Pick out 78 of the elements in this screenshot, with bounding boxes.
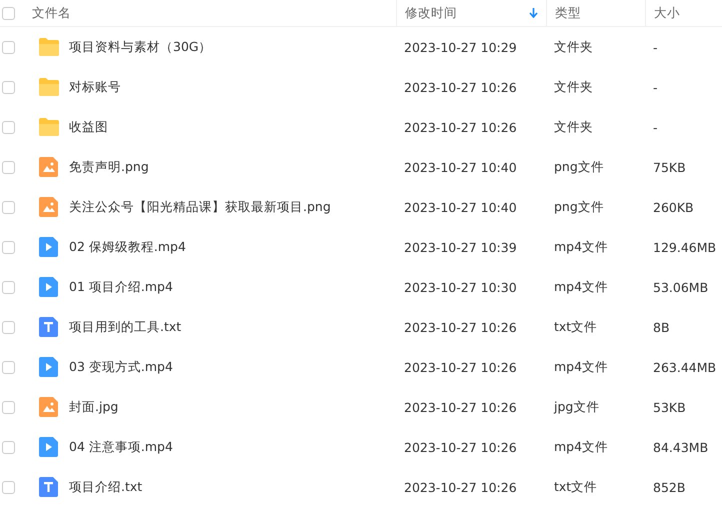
file-size: - xyxy=(653,120,658,134)
file-type: mp4文件 xyxy=(554,278,608,296)
file-name[interactable]: 免责声明.png xyxy=(69,158,149,176)
file-size: 53KB xyxy=(653,400,686,414)
modified-time: 2023-10-27 10:26 xyxy=(404,80,517,94)
video-file-icon xyxy=(38,357,60,377)
modified-time: 2023-10-27 10:26 xyxy=(404,120,517,134)
sort-down-icon[interactable] xyxy=(529,7,538,19)
image-file-icon xyxy=(38,157,60,177)
video-file-icon xyxy=(38,277,60,297)
modified-time: 2023-10-27 10:39 xyxy=(404,240,517,254)
modified-time: 2023-10-27 10:26 xyxy=(404,440,517,454)
file-type: mp4文件 xyxy=(554,238,608,256)
file-name[interactable]: 03 变现方式.mp4 xyxy=(69,358,173,376)
file-type: jpg文件 xyxy=(554,398,600,416)
video-file-icon xyxy=(38,437,60,457)
modified-time: 2023-10-27 10:26 xyxy=(404,320,517,334)
file-name[interactable]: 02 保姆级教程.mp4 xyxy=(69,238,186,256)
file-size: - xyxy=(653,40,658,54)
file-type: 文件夹 xyxy=(554,118,593,136)
select-all-checkbox[interactable] xyxy=(2,6,15,20)
file-name[interactable]: 关注公众号【阳光精品课】获取最新项目.png xyxy=(69,198,331,216)
modified-time: 2023-10-27 10:30 xyxy=(404,280,517,294)
modified-time: 2023-10-27 10:29 xyxy=(404,40,517,54)
file-size: 260KB xyxy=(653,200,694,214)
file-type: png文件 xyxy=(554,198,604,216)
modified-time: 2023-10-27 10:26 xyxy=(404,400,517,414)
row-checkbox[interactable] xyxy=(2,280,15,294)
row-checkbox[interactable] xyxy=(2,240,15,254)
folder-icon xyxy=(38,37,60,57)
file-type: png文件 xyxy=(554,158,604,176)
file-name[interactable]: 04 注意事项.mp4 xyxy=(69,438,173,456)
row-checkbox[interactable] xyxy=(2,120,15,134)
file-type: 文件夹 xyxy=(554,78,593,96)
row-checkbox[interactable] xyxy=(2,480,15,494)
text-file-icon xyxy=(38,477,60,497)
row-checkbox[interactable] xyxy=(2,200,15,214)
video-file-icon xyxy=(38,237,60,257)
file-type: mp4文件 xyxy=(554,438,608,456)
file-size: 8B xyxy=(653,320,670,334)
modified-time: 2023-10-27 10:40 xyxy=(404,200,517,214)
file-type: txt文件 xyxy=(554,318,598,336)
modified-time: 2023-10-27 10:40 xyxy=(404,160,517,174)
row-checkbox[interactable] xyxy=(2,160,15,174)
file-size: 129.46MB xyxy=(653,240,716,254)
image-file-icon xyxy=(38,197,60,217)
row-checkbox[interactable] xyxy=(2,360,15,374)
file-name[interactable]: 对标账号 xyxy=(69,78,121,96)
row-checkbox[interactable] xyxy=(2,400,15,414)
file-size: 84.43MB xyxy=(653,440,708,454)
row-checkbox[interactable] xyxy=(2,80,15,94)
column-header[interactable]: 类型 xyxy=(555,4,581,22)
file-name[interactable]: 收益图 xyxy=(69,118,108,136)
file-size: 263.44MB xyxy=(653,360,716,374)
modified-time: 2023-10-27 10:26 xyxy=(404,480,517,494)
file-type: 文件夹 xyxy=(554,38,593,56)
folder-icon xyxy=(38,117,60,137)
row-checkbox[interactable] xyxy=(2,440,15,454)
row-checkbox[interactable] xyxy=(2,320,15,334)
row-checkbox[interactable] xyxy=(2,40,15,54)
column-header[interactable]: 文件名 xyxy=(32,4,71,22)
file-name[interactable]: 项目用到的工具.txt xyxy=(69,318,182,336)
file-type: txt文件 xyxy=(554,478,598,496)
file-size: 75KB xyxy=(653,160,686,174)
modified-time: 2023-10-27 10:26 xyxy=(404,360,517,374)
file-name[interactable]: 01 项目介绍.mp4 xyxy=(69,278,173,296)
text-file-icon xyxy=(38,317,60,337)
file-name[interactable]: 项目介绍.txt xyxy=(69,478,142,496)
file-name[interactable]: 项目资料与素材（30G） xyxy=(69,38,212,56)
file-name[interactable]: 封面.jpg xyxy=(69,398,118,416)
file-size: 53.06MB xyxy=(653,280,708,294)
file-size: 852B xyxy=(653,480,686,494)
column-header[interactable]: 大小 xyxy=(654,4,680,22)
column-header[interactable]: 修改时间 xyxy=(405,4,457,22)
image-file-icon xyxy=(38,397,60,417)
file-type: mp4文件 xyxy=(554,358,608,376)
folder-icon xyxy=(38,77,60,97)
file-size: - xyxy=(653,80,658,94)
